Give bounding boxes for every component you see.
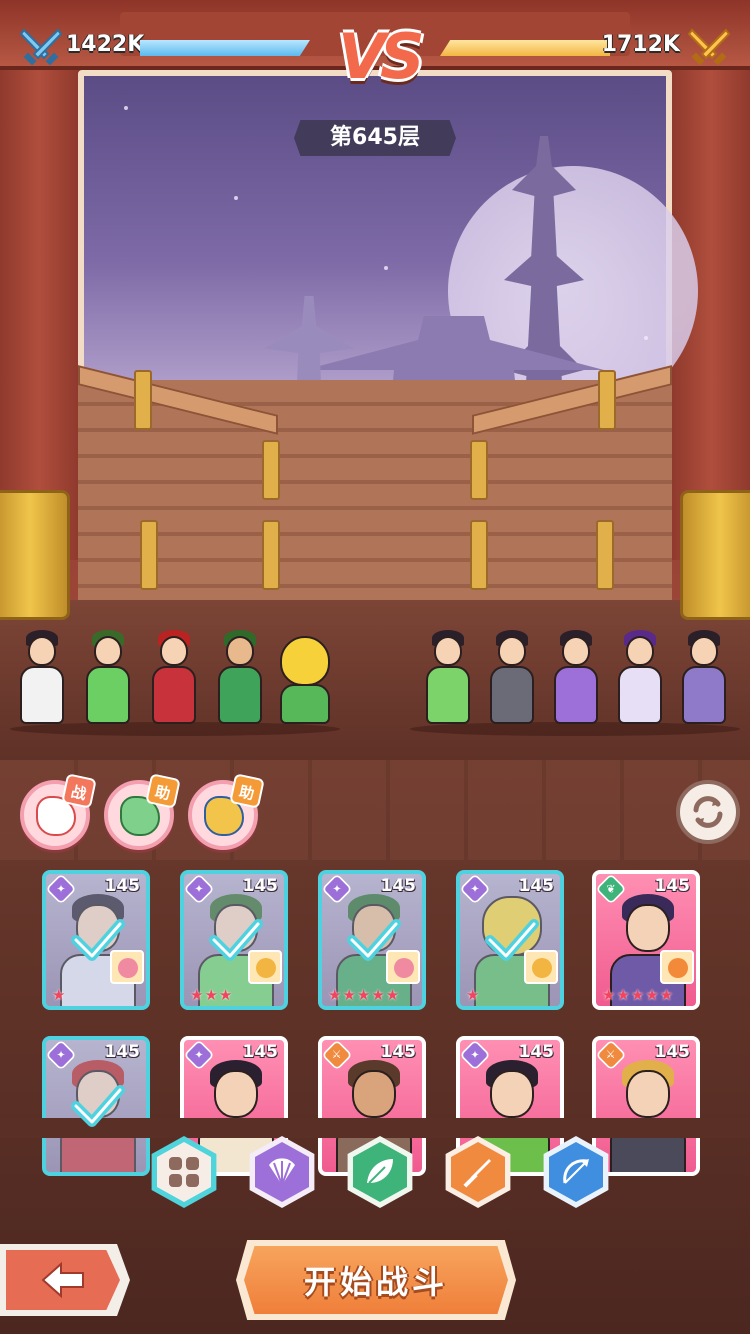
hero-level: 145: [518, 876, 555, 896]
enemy-power-bar: [440, 40, 610, 56]
hero-card[interactable]: ✦ 145 ★: [456, 870, 564, 1010]
player-hero: [146, 630, 202, 730]
pet-tag: 助: [145, 773, 181, 809]
railing-post: [140, 520, 158, 590]
class-badge-icon: ⚔: [596, 1040, 627, 1071]
refresh-icon: [693, 796, 723, 828]
golden-urn: [0, 490, 70, 620]
class-badge-icon: ❦: [596, 874, 627, 905]
checkmark-icon: [485, 919, 539, 961]
class-badge-icon: ✦: [184, 874, 215, 905]
star: [234, 196, 238, 200]
palace-stairs: [78, 380, 672, 620]
player-hero-mascot: [270, 630, 340, 730]
pet-tag: 助: [229, 773, 265, 809]
class-badge-icon: ✦: [46, 874, 77, 905]
enemy-hero: [420, 630, 476, 730]
player-hero: [212, 630, 268, 730]
hero-level: 145: [242, 876, 279, 896]
hero-level: 145: [104, 876, 141, 896]
vs-label: VS: [338, 20, 425, 93]
player-power: 1422K: [66, 32, 145, 57]
back-button[interactable]: [0, 1244, 130, 1316]
star-rating: ★: [466, 986, 481, 1004]
crossed-swords-orange-icon: [687, 28, 731, 66]
star-rating: ★: [52, 986, 67, 1004]
sword-icon: [463, 1159, 491, 1188]
arrow-left-icon: [41, 1261, 84, 1299]
class-badge-icon: ✦: [184, 1040, 215, 1071]
start-battle-label: 开始战斗: [244, 1246, 508, 1314]
class-badge-icon: ✦: [322, 874, 353, 905]
grid-icon: [169, 1157, 199, 1187]
left-pillar: [0, 0, 78, 560]
enemy-hero: [484, 630, 540, 730]
railing-post: [262, 520, 280, 590]
crossed-swords-blue-icon: [19, 28, 63, 66]
railing-post: [598, 370, 616, 430]
hero-level: 145: [104, 1042, 141, 1062]
star: [384, 266, 388, 270]
player-power-bar: [140, 40, 310, 56]
star-rating: ★★★★★: [602, 986, 675, 1004]
pet-tag: 战: [61, 773, 97, 809]
hero-card[interactable]: ❦ 145 ★★★★★: [592, 870, 700, 1010]
checkmark-icon: [71, 919, 125, 961]
checkmark-icon: [71, 1085, 125, 1127]
railing-post: [134, 370, 152, 430]
player-hero: [14, 630, 70, 730]
floor-level-badge: 第645层: [294, 120, 456, 156]
hero-level: 145: [654, 876, 691, 896]
enemy-power: 1712K: [601, 32, 680, 57]
player-hero: [80, 630, 136, 730]
hero-level: 145: [380, 876, 417, 896]
equipped-pet-icon: [660, 950, 694, 984]
hero-card[interactable]: ✦ 145 ★: [42, 870, 150, 1010]
pet-slot-battle[interactable]: 战: [20, 773, 97, 850]
hero-level: 145: [242, 1042, 279, 1062]
railing-post: [262, 440, 280, 500]
railing-post: [596, 520, 614, 590]
enemy-hero: [548, 630, 604, 730]
checkmark-icon: [347, 919, 401, 961]
class-badge-icon: ⚔: [322, 1040, 353, 1071]
leaf-icon: [367, 1159, 393, 1184]
star: [644, 336, 648, 340]
start-battle-button[interactable]: 开始战斗: [236, 1240, 516, 1320]
hero-level: 145: [518, 1042, 555, 1062]
pet-slot-assist[interactable]: 助: [188, 773, 265, 850]
refresh-button[interactable]: [676, 780, 740, 844]
battle-scene: [0, 0, 750, 760]
golden-urn: [680, 490, 750, 620]
star-rating: ★★★★★: [328, 986, 401, 1004]
railing-post: [470, 440, 488, 500]
enemy-hero: [676, 630, 732, 730]
fan-icon: [269, 1158, 295, 1186]
hero-level: 145: [380, 1042, 417, 1062]
hero-card[interactable]: ✦ 145 ★★★★★: [318, 870, 426, 1010]
enemy-hero: [612, 630, 668, 730]
hero-level: 145: [654, 1042, 691, 1062]
class-badge-icon: ✦: [46, 1040, 77, 1071]
class-badge-icon: ✦: [460, 1040, 491, 1071]
bow-icon: [563, 1159, 589, 1184]
power-hud: 1422K VS 1712K: [0, 20, 750, 93]
railing-post: [470, 520, 488, 590]
checkmark-icon: [209, 919, 263, 961]
pet-slot-assist[interactable]: 助: [104, 773, 181, 850]
class-badge-icon: ✦: [460, 874, 491, 905]
star: [124, 106, 128, 110]
star-rating: ★★★: [190, 986, 234, 1004]
hero-card[interactable]: ✦ 145 ★★★: [180, 870, 288, 1010]
hero-card[interactable]: ✦ 145: [42, 1036, 150, 1176]
